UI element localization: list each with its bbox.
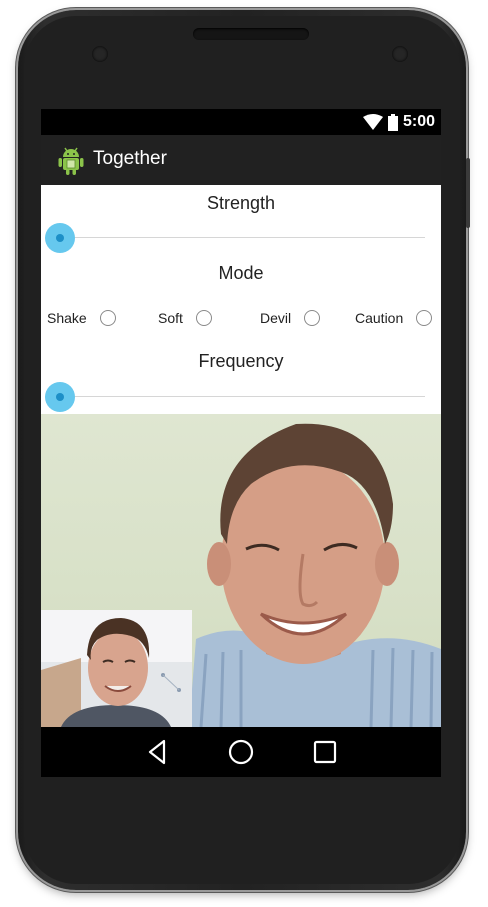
back-icon[interactable] bbox=[142, 737, 172, 767]
mode-option-label: Devil bbox=[260, 310, 292, 326]
frequency-slider[interactable] bbox=[45, 382, 425, 412]
navigation-bar bbox=[41, 727, 441, 777]
status-time: 5:00 bbox=[402, 113, 435, 130]
strength-slider[interactable] bbox=[45, 223, 425, 253]
mode-radio-shake[interactable] bbox=[99, 310, 116, 326]
app-title: Together bbox=[93, 148, 167, 169]
mode-option-label: Soft bbox=[158, 310, 183, 326]
mode-radio-devil[interactable] bbox=[304, 310, 321, 326]
home-icon[interactable] bbox=[226, 737, 256, 767]
sensor-dot bbox=[92, 46, 108, 62]
frequency-slider-track[interactable] bbox=[59, 396, 425, 397]
front-camera bbox=[392, 46, 408, 62]
mode-option-label: Caution bbox=[355, 310, 404, 326]
battery-icon bbox=[387, 113, 398, 131]
strength-slider-track[interactable] bbox=[59, 237, 425, 238]
mode-radio-caution[interactable] bbox=[416, 310, 433, 326]
action-bar: Together bbox=[41, 135, 441, 185]
android-icon bbox=[58, 147, 84, 175]
mode-radio-soft[interactable] bbox=[195, 310, 212, 326]
power-button bbox=[466, 158, 470, 228]
mode-option-shake[interactable]: Shake bbox=[47, 307, 116, 329]
status-bar: 5:00 bbox=[41, 109, 441, 135]
mode-option-soft[interactable]: Soft bbox=[158, 307, 212, 329]
mode-radio-group: Shake Soft Devil Caution bbox=[41, 307, 441, 329]
self-view-video bbox=[41, 610, 192, 727]
controls-panel: Strength Mode Shake Soft Devil Caution F… bbox=[41, 185, 441, 414]
mode-option-caution[interactable]: Caution bbox=[355, 307, 433, 329]
recents-icon[interactable] bbox=[310, 737, 340, 767]
mode-option-devil[interactable]: Devil bbox=[260, 307, 321, 329]
frequency-label: Frequency bbox=[198, 351, 284, 371]
video-call-area bbox=[41, 414, 441, 727]
mode-option-label: Shake bbox=[47, 310, 87, 326]
screen: 5:00 Together Strength Mode Shake Soft D… bbox=[41, 109, 441, 777]
strength-slider-thumb[interactable] bbox=[45, 223, 75, 253]
frequency-slider-thumb[interactable] bbox=[45, 382, 75, 412]
self-view[interactable] bbox=[41, 610, 192, 727]
speaker-grille bbox=[193, 28, 309, 40]
strength-label: Strength bbox=[206, 193, 276, 213]
wifi-icon bbox=[362, 114, 383, 130]
mode-label: Mode bbox=[218, 263, 264, 283]
